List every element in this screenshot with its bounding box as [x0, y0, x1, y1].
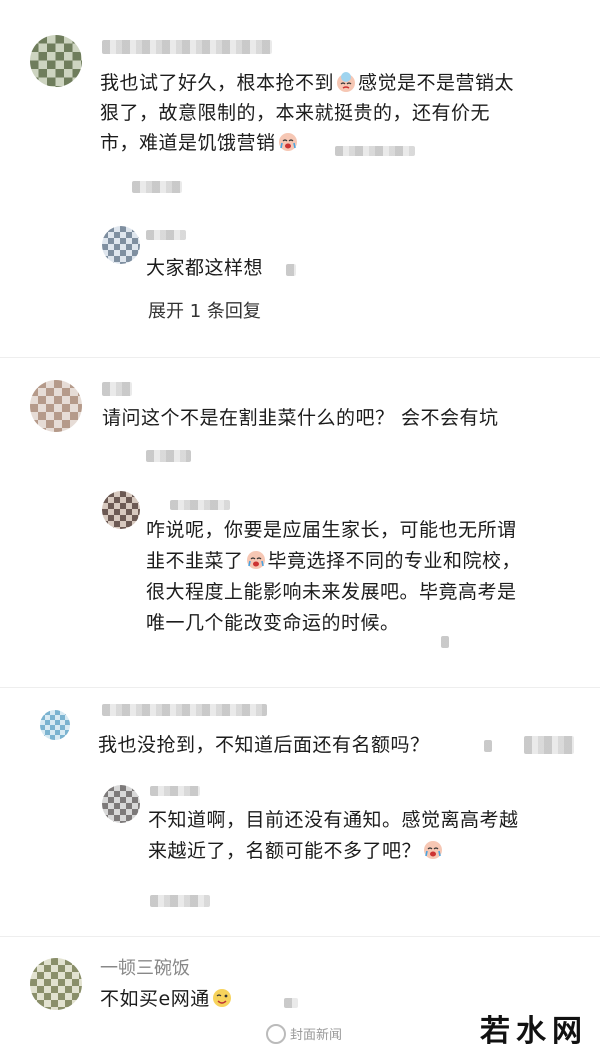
brand-watermark: 若水网 [480, 1014, 588, 1049]
comment-1: 我也试了好久，根本抢不到 感觉是不是营销太 狠了，故意限制的，本来就挺贵的，还有价… [0, 0, 600, 360]
reply-username-blurred[interactable] [146, 230, 186, 240]
reply-avatar[interactable] [102, 785, 140, 823]
username-blurred[interactable] [102, 382, 132, 396]
comment-3: 我也没抢到，不知道后面还有名额吗？ 不知道啊，目前还没有通知。感觉离高考越 来越… [0, 690, 600, 930]
avatar[interactable] [30, 380, 82, 432]
meta-blurred [286, 264, 296, 276]
reply-line: 咋说呢，你要是应届生家长，可能也无所谓 [146, 519, 517, 541]
reply-line: 来越近了，名额可能不多了吧？ [148, 840, 422, 862]
reply-avatar[interactable] [102, 226, 140, 264]
reply-username-blurred[interactable] [170, 500, 230, 510]
comment-2: 请问这个不是在割韭菜什么的吧？ 会不会有坑 咋说呢，你要是应届生家长，可能也无所… [0, 360, 600, 690]
source-logo-icon [266, 1024, 286, 1044]
comment-text-part: 我也试了好久，根本抢不到 [100, 72, 335, 94]
divider [0, 936, 600, 937]
avatar[interactable] [30, 958, 82, 1010]
reply-line: 不知道啊，目前还没有通知。感觉离高考越 [148, 809, 519, 831]
meta-blurred [146, 450, 191, 462]
crying-emoji-icon [424, 841, 443, 859]
reply-avatar[interactable] [102, 491, 140, 529]
meta-blurred [284, 998, 298, 1008]
meta-blurred [441, 636, 449, 648]
username-blurred[interactable] [102, 704, 267, 716]
reply-text: 大家都这样想 [146, 257, 264, 279]
crying-emoji-icon [278, 133, 297, 151]
meta-blurred [484, 740, 492, 752]
comment-text: 我也没抢到，不知道后面还有名额吗？ [98, 734, 430, 756]
meta-blurred [524, 736, 574, 754]
reply-line: 很大程度上能影响未来发展吧。毕竟高考是 [146, 581, 517, 603]
comment-text-part: 不如买e网通 [100, 988, 210, 1010]
reply-text: 不知道啊，目前还没有通知。感觉离高考越 来越近了，名额可能不多了吧？ [148, 805, 578, 867]
reply-line: 韭不韭菜了 [146, 550, 244, 572]
username[interactable]: 一顿三碗饭 [100, 954, 190, 980]
reply-username-blurred[interactable] [150, 786, 200, 796]
comment-text-part: 感觉是不是营销太 [358, 72, 515, 94]
divider [0, 357, 600, 358]
source-watermark: 封面新闻 [290, 1028, 343, 1043]
avatar[interactable] [40, 710, 70, 740]
comment-text-part: 狠了，故意限制的，本来就挺贵的，还有价无 [100, 102, 491, 124]
expand-replies-link[interactable]: 展开 1 条回复 [148, 297, 261, 323]
reply-text: 咋说呢，你要是应届生家长，可能也无所谓 韭不韭菜了 毕竟选择不同的专业和院校， 很… [146, 515, 576, 639]
wink-emoji-icon [212, 989, 231, 1007]
divider [0, 687, 600, 688]
crying-emoji-icon [337, 72, 356, 92]
meta-blurred [335, 146, 415, 156]
comment-text: 我也试了好久，根本抢不到 感觉是不是营销太 狠了，故意限制的，本来就挺贵的，还有价… [100, 68, 570, 158]
comment-text: 请问这个不是在割韭菜什么的吧？ 会不会有坑 [102, 407, 499, 429]
reply-line: 唯一几个能改变命运的时候。 [146, 612, 400, 634]
comment-text-part: 市，难道是饥饿营销 [100, 132, 276, 154]
sad-emoji-icon [246, 551, 265, 569]
meta-blurred [150, 895, 210, 907]
avatar[interactable] [30, 35, 82, 87]
reply-line: 毕竟选择不同的专业和院校， [267, 550, 522, 572]
meta-blurred [132, 181, 182, 193]
comment-text: 不如买e网通 [100, 984, 400, 1014]
username-blurred[interactable] [102, 40, 272, 54]
